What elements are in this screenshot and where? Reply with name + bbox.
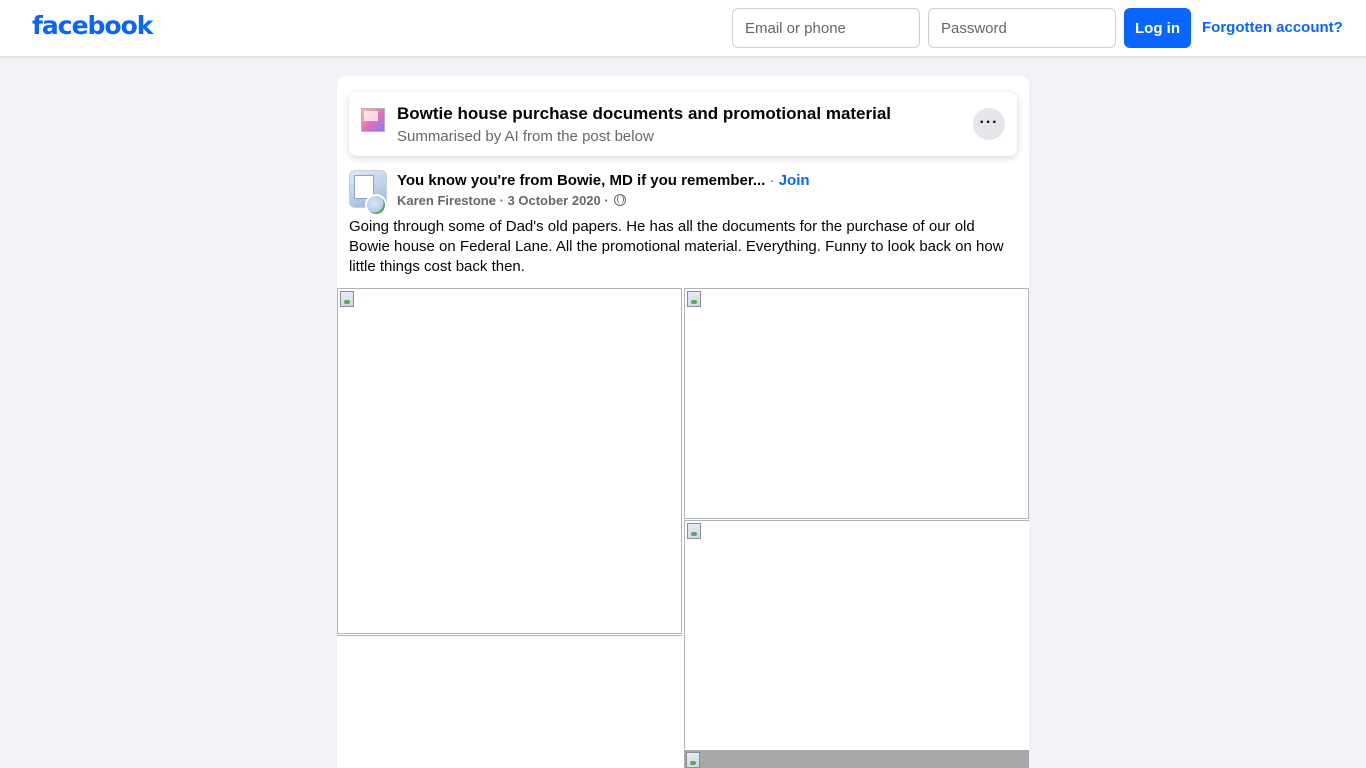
separator-dot: · [765, 172, 779, 189]
post-header: You know you're from Bowie, MD if you re… [397, 172, 810, 189]
separator-dot: · [495, 193, 508, 208]
join-group-link[interactable]: Join [779, 172, 810, 189]
post-text: Going through some of Dad's old papers. … [349, 218, 1004, 275]
globe-icon [614, 194, 627, 206]
author-avatar[interactable] [365, 194, 387, 216]
post-photo-3[interactable] [684, 520, 1029, 749]
post-photo-2[interactable] [684, 288, 1029, 519]
broken-image-icon [340, 291, 354, 307]
broken-image-icon [686, 752, 700, 768]
post-card: Bowtie house purchase documents and prom… [337, 76, 1029, 768]
broken-image-icon [687, 523, 701, 539]
password-input[interactable] [928, 8, 1116, 48]
post-meta: Karen Firestone · 3 October 2020 · [397, 193, 627, 208]
post-photo-4[interactable] [684, 750, 1029, 768]
log-in-button[interactable]: Log in [1124, 8, 1191, 48]
broken-image-icon [687, 291, 701, 307]
ai-summary-title: Bowtie house purchase documents and prom… [397, 104, 892, 123]
group-name-link[interactable]: You know you're from Bowie, MD if you re… [397, 172, 765, 189]
post-date-link[interactable]: 3 October 2020 [508, 193, 601, 208]
separator-dot: · [600, 193, 613, 208]
ai-summary-subtitle: Summarised by AI from the post below [397, 128, 654, 145]
ai-sparkle-icon [361, 108, 385, 132]
author-name-link[interactable]: Karen Firestone [397, 193, 496, 208]
email-or-phone-input[interactable] [732, 8, 920, 48]
top-navigation-bar: facebook Log in Forgotten account? [0, 0, 1366, 56]
photo-divider [337, 635, 682, 636]
post-photo-1[interactable] [337, 288, 682, 634]
more-options-icon: ··· [979, 114, 999, 131]
ai-summary-box: Bowtie house purchase documents and prom… [349, 92, 1017, 156]
forgotten-account-link[interactable]: Forgotten account? [1202, 19, 1343, 36]
facebook-logo[interactable]: facebook [32, 11, 153, 40]
more-options-button[interactable]: ··· [973, 108, 1005, 140]
